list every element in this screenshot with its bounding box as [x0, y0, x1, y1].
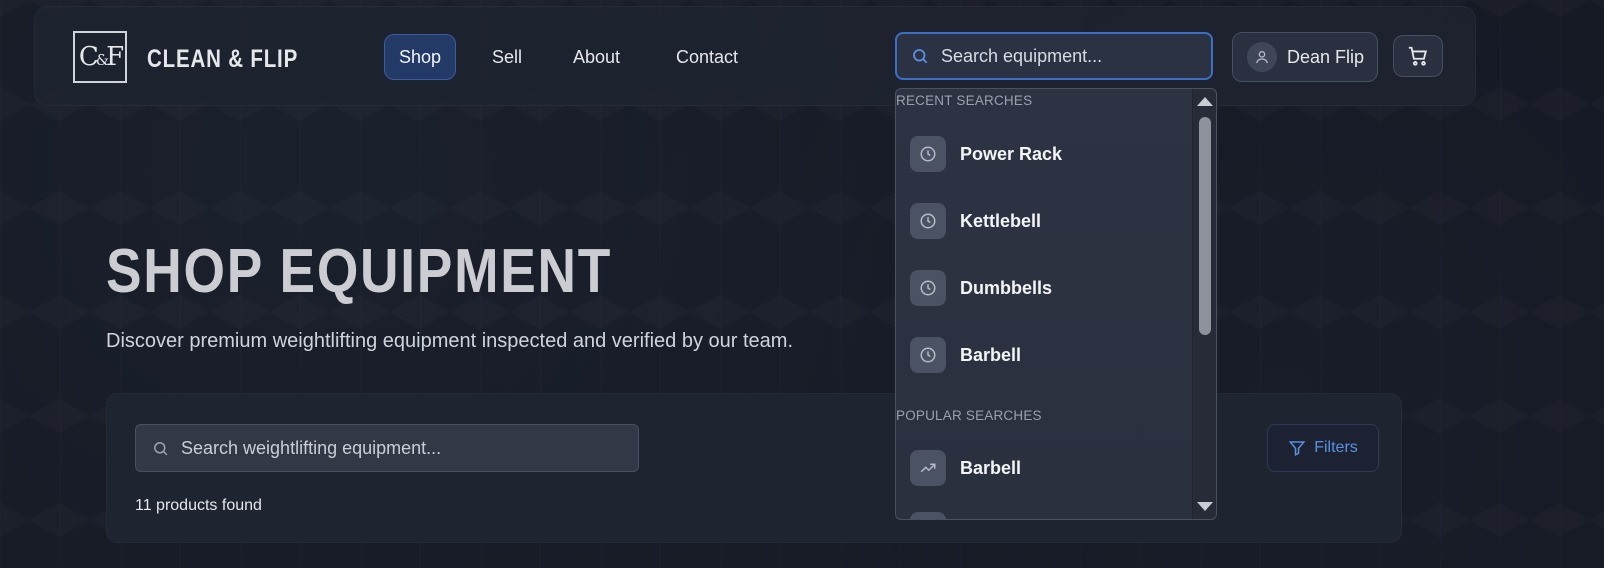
clock-icon	[910, 136, 946, 172]
cart-button[interactable]	[1393, 35, 1443, 77]
popular-search-label: Barbell	[960, 457, 1022, 478]
cart-icon	[1407, 45, 1429, 67]
scroll-up-arrow-icon[interactable]	[1197, 97, 1213, 106]
scrollbar-thumb[interactable]	[1199, 117, 1211, 335]
user-icon	[1247, 42, 1277, 72]
nav-link-contact[interactable]: Contact	[662, 34, 752, 80]
product-search-input[interactable]	[181, 437, 638, 459]
scroll-down-arrow-icon[interactable]	[1197, 502, 1213, 511]
product-search-box[interactable]	[135, 424, 639, 472]
trending-up-icon	[910, 450, 946, 486]
header-search-input[interactable]	[941, 45, 1211, 67]
popular-searches-heading: POPULAR SEARCHES	[896, 408, 1042, 423]
recent-search-item[interactable]: Barbell	[910, 336, 1190, 374]
trending-up-icon	[910, 512, 946, 519]
filter-icon	[1288, 439, 1306, 457]
brand-name[interactable]: CLEAN & FLIP	[147, 45, 298, 74]
recent-search-item[interactable]: Kettlebell	[910, 202, 1190, 240]
nav-link-about[interactable]: About	[559, 34, 634, 80]
popular-search-item[interactable]: Barbell	[910, 449, 1190, 487]
header-search-box[interactable]	[895, 32, 1213, 80]
logo-mark: C&F	[78, 42, 124, 72]
recent-search-label: Power Rack	[960, 143, 1063, 164]
filters-button[interactable]: Filters	[1267, 424, 1379, 472]
filters-label: Filters	[1314, 439, 1358, 456]
page-title: SHOP EQUIPMENT	[106, 237, 613, 306]
recent-search-label: Barbell	[960, 344, 1022, 365]
nav-link-shop[interactable]: Shop	[384, 34, 457, 80]
page-subtitle: Discover premium weightlifting equipment…	[106, 330, 794, 352]
search-icon	[911, 47, 929, 65]
nav-link-sell[interactable]: Sell	[478, 34, 536, 80]
top-navbar: C&F CLEAN & FLIP Shop Sell About Contact…	[34, 6, 1476, 106]
recent-search-label: Kettlebell	[960, 210, 1042, 231]
recent-searches-heading: RECENT SEARCHES	[896, 93, 1033, 108]
user-name: Dean Flip	[1287, 46, 1365, 67]
clock-icon	[910, 337, 946, 373]
user-menu-button[interactable]: Dean Flip	[1232, 32, 1378, 82]
popular-search-item-partial[interactable]	[910, 511, 1190, 519]
logo[interactable]: C&F	[73, 31, 127, 83]
search-icon	[152, 440, 169, 457]
recent-search-label: Dumbbells	[960, 277, 1053, 298]
clock-icon	[910, 270, 946, 306]
clock-icon	[910, 203, 946, 239]
search-suggestions-dropdown: RECENT SEARCHES Power Rack Kettlebell Du…	[895, 88, 1217, 520]
dropdown-scrollbar[interactable]	[1192, 89, 1216, 519]
recent-search-item[interactable]: Power Rack	[910, 135, 1190, 173]
results-count: 11 products found	[135, 497, 262, 514]
recent-search-item[interactable]: Dumbbells	[910, 269, 1190, 307]
